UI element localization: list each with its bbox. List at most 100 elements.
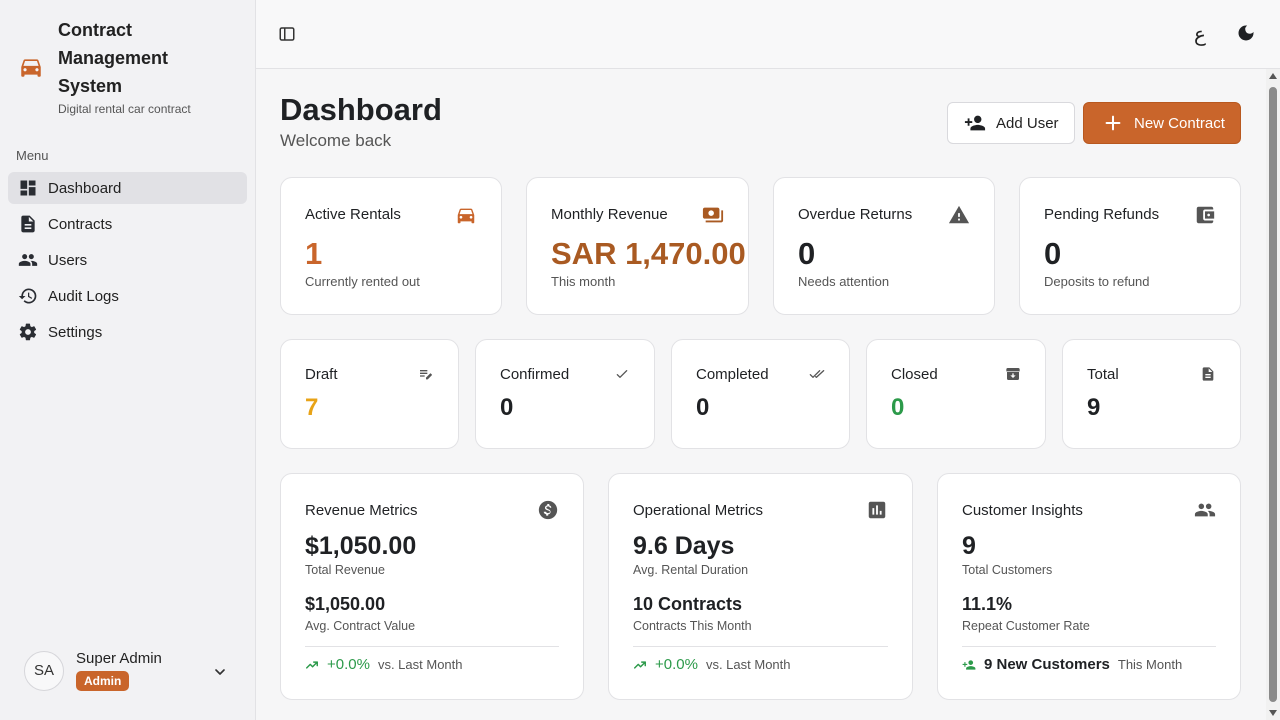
scrollbar[interactable] — [1266, 69, 1280, 720]
sidebar-item-dashboard[interactable]: Dashboard — [8, 172, 247, 204]
card-title: Draft — [305, 366, 338, 383]
add-user-button[interactable]: Add User — [947, 102, 1075, 144]
gear-icon — [19, 323, 37, 341]
closed-card[interactable]: Closed 0 — [866, 339, 1046, 449]
repeat-customer-rate-value: 11.1% — [962, 594, 1013, 614]
divider — [962, 646, 1216, 647]
card-title: Total — [1087, 366, 1119, 383]
card-title: Closed — [891, 366, 938, 383]
scroll-thumb[interactable] — [1269, 87, 1277, 702]
sidebar-item-label: Contracts — [48, 215, 113, 233]
divider — [305, 646, 559, 647]
active-rentals-card[interactable]: Active Rentals 1 Currently rented out — [280, 177, 502, 315]
avatar: SA — [24, 650, 64, 691]
archive-icon — [1006, 368, 1020, 380]
scroll-up-arrow[interactable] — [1269, 73, 1277, 79]
total-value: 9 — [1087, 394, 1101, 421]
file-icon — [1202, 367, 1214, 381]
metric-label: Repeat Customer Rate — [962, 619, 1090, 633]
card-title: Pending Refunds — [1044, 206, 1160, 223]
confirmed-card[interactable]: Confirmed 0 — [475, 339, 655, 449]
trend-label: vs. Last Month — [377, 657, 463, 672]
avg-contract-value: $1,050.00 — [305, 594, 386, 614]
active-rentals-value: 1 — [305, 236, 323, 271]
trend-label: This Month — [1117, 657, 1183, 672]
sidebar-item-label: Settings — [48, 323, 103, 341]
metric-label: Avg. Contract Value — [305, 619, 416, 633]
card-subtitle: Needs attention — [798, 274, 890, 289]
monthly-revenue-value: SAR 1,470.00 — [551, 236, 746, 271]
draft-value: 7 — [305, 394, 319, 421]
trend-value: +0.0% — [327, 656, 370, 673]
page-subtitle: Welcome back — [280, 131, 392, 150]
completed-card[interactable]: Completed 0 — [671, 339, 850, 449]
sidebar-toggle-icon[interactable] — [278, 25, 296, 43]
operational-metrics-card: Operational Metrics 9.6 Days Avg. Rental… — [608, 473, 913, 700]
menu-label: Menu — [16, 148, 49, 163]
card-title: Completed — [696, 366, 769, 383]
card-title: Monthly Revenue — [551, 206, 668, 223]
sidebar-item-audit-logs[interactable]: Audit Logs — [8, 280, 247, 312]
sidebar-item-users[interactable]: Users — [8, 244, 247, 276]
customer-insights-card: Customer Insights 9 Total Customers 11.1… — [937, 473, 1241, 700]
new-contract-button[interactable]: New Contract — [1083, 102, 1241, 144]
scroll-down-arrow[interactable] — [1269, 710, 1277, 716]
double-check-icon — [809, 370, 825, 378]
edit-list-icon — [420, 370, 432, 380]
card-subtitle: Deposits to refund — [1044, 274, 1150, 289]
metric-label: Contracts This Month — [633, 619, 752, 633]
sidebar-nav: Dashboard Contracts Users Audit Logs Set… — [8, 172, 247, 352]
draft-card[interactable]: Draft 7 — [280, 339, 459, 449]
pending-refunds-card[interactable]: Pending Refunds 0 Deposits to refund — [1019, 177, 1241, 315]
wallet-icon — [1196, 206, 1215, 224]
page-title: Dashboard — [280, 92, 442, 127]
trending-up-icon — [306, 660, 318, 669]
trending-up-icon — [634, 660, 646, 669]
card-subtitle: This month — [551, 274, 616, 289]
money-icon — [702, 207, 724, 223]
moon-icon[interactable] — [1236, 23, 1256, 43]
closed-value: 0 — [891, 394, 905, 421]
user-name: Super Admin — [76, 650, 162, 667]
contracts-this-month-value: 10 Contracts — [633, 594, 743, 614]
monthly-revenue-card[interactable]: Monthly Revenue SAR 1,470.00 This month — [526, 177, 749, 315]
metric-label: Total Revenue — [305, 563, 385, 577]
overdue-returns-card[interactable]: Overdue Returns 0 Needs attention — [773, 177, 995, 315]
sidebar-item-settings[interactable]: Settings — [8, 316, 247, 348]
metric-label: Avg. Rental Duration — [633, 563, 749, 577]
sidebar-item-label: Users — [48, 251, 88, 269]
add-user-icon — [962, 659, 976, 670]
card-title: Customer Insights — [962, 502, 1083, 519]
sidebar-item-label: Audit Logs — [48, 287, 119, 305]
card-subtitle: Currently rented out — [305, 274, 420, 289]
divider — [633, 646, 888, 647]
new-contract-label: New Contract — [1134, 114, 1225, 132]
language-toggle[interactable]: ع — [1194, 22, 1206, 47]
users-icon — [18, 254, 38, 266]
user-menu[interactable]: SA Super Admin Admin — [24, 650, 234, 691]
chevron-down-icon[interactable] — [212, 664, 228, 680]
new-customers-value: 9 New Customers — [984, 656, 1110, 673]
metric-label: Total Customers — [962, 563, 1053, 577]
warning-icon — [948, 205, 970, 224]
add-user-icon — [964, 115, 986, 131]
app-subtitle: Digital rental car contract — [58, 102, 191, 116]
topbar: ع — [256, 0, 1280, 69]
users-icon — [1194, 503, 1216, 517]
card-title: Confirmed — [500, 366, 570, 383]
card-title: Active Rentals — [305, 206, 401, 223]
check-icon — [616, 370, 628, 378]
car-icon — [457, 208, 475, 224]
app-title: Contract Management System — [58, 20, 169, 96]
sidebar-item-label: Dashboard — [48, 179, 122, 197]
brand[interactable]: Contract Management System Digital renta… — [18, 16, 208, 116]
trend-value: +0.0% — [655, 656, 698, 673]
document-icon — [21, 215, 35, 233]
dashboard-icon — [20, 180, 36, 196]
dollar-icon — [538, 500, 558, 520]
avg-rental-duration-value: 9.6 Days — [633, 532, 735, 560]
revenue-metrics-card: Revenue Metrics $1,050.00 Total Revenue … — [280, 473, 584, 700]
sidebar-item-contracts[interactable]: Contracts — [8, 208, 247, 240]
total-card[interactable]: Total 9 — [1062, 339, 1241, 449]
add-user-label: Add User — [996, 114, 1059, 132]
